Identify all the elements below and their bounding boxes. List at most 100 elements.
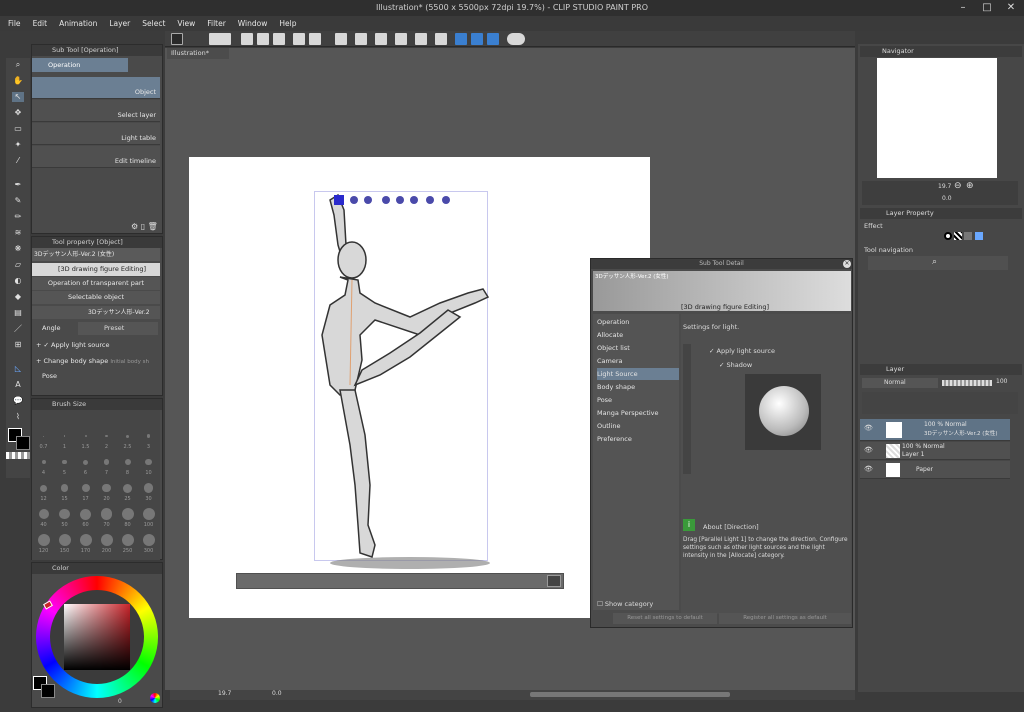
tool-navigation-box[interactable]: ⌕ (868, 256, 1008, 270)
brush-size-cell[interactable]: 200 (97, 532, 116, 556)
maximize-icon[interactable]: □ (976, 0, 998, 16)
pencil-tool-icon[interactable]: ✎ (12, 196, 24, 206)
brush-size-cell[interactable]: 12 (34, 480, 53, 504)
layer-row-3d[interactable]: 100 % Normal 3Dデッサン人形-Ver.2 (女性) (860, 419, 1010, 441)
brush-size-cell[interactable]: 60 (76, 506, 95, 530)
brush-size-cell[interactable]: 2 (97, 428, 116, 452)
fill-tool-icon[interactable]: ◆ (12, 292, 24, 302)
light-sphere[interactable] (759, 386, 809, 436)
close-icon[interactable]: ✕ (1000, 0, 1022, 16)
horizontal-scrollbar[interactable] (530, 692, 730, 697)
opacity-slider[interactable] (942, 380, 992, 386)
invert-icon[interactable] (435, 33, 447, 45)
transparent-part-dropdown[interactable]: Operation of transparent part (32, 277, 160, 290)
figure-manipulator-icons[interactable] (334, 195, 450, 205)
menu-window[interactable]: Window (238, 16, 268, 31)
change-body-shape-row[interactable]: + Change body shape Initial body sh (32, 355, 160, 368)
eraser-tool-icon[interactable]: ▱ (12, 260, 24, 270)
color-sub-swatch[interactable] (41, 684, 55, 698)
brush-size-cell[interactable]: 70 (97, 506, 116, 530)
operation-tool-icon[interactable]: ↖ (12, 92, 24, 102)
hand-tool-icon[interactable]: ✋ (12, 76, 24, 86)
brush-size-cell[interactable]: 80 (118, 506, 137, 530)
save-icon[interactable] (273, 33, 285, 45)
brush-size-cell[interactable]: 25 (118, 480, 137, 504)
brush-size-cell[interactable]: 30 (139, 480, 158, 504)
selection-tool-icon[interactable]: ▭ (12, 124, 24, 134)
brush-size-cell[interactable]: 3 (139, 428, 158, 452)
help-icon[interactable] (507, 33, 525, 45)
layer-row-layer1[interactable]: 100 % Normal Layer 1 (860, 442, 1010, 460)
new-file-icon[interactable] (241, 33, 253, 45)
grid-icon[interactable] (171, 33, 183, 45)
category-allocate[interactable]: Allocate (597, 329, 679, 341)
brush-size-cell[interactable]: 1 (55, 428, 74, 452)
ruler-tool-icon[interactable]: ◺ (12, 364, 24, 374)
selection-icon[interactable] (395, 33, 407, 45)
fill-icon[interactable] (375, 33, 387, 45)
reset-default-button[interactable]: Reset all settings to default (613, 613, 717, 624)
brush-size-cell[interactable]: 40 (34, 506, 53, 530)
brush-size-cell[interactable]: 50 (55, 506, 74, 530)
zoom-out-icon[interactable]: ⊖ (954, 181, 962, 191)
eye-icon[interactable]: 👁 (864, 446, 873, 454)
brush-size-cell[interactable]: 5 (55, 454, 74, 478)
menu-edit[interactable]: Edit (33, 16, 48, 31)
brush-size-cell[interactable]: 6 (76, 454, 95, 478)
canvas-tab[interactable]: Illustration* (167, 48, 229, 59)
light-direction-preview[interactable] (745, 374, 821, 450)
blend-mode-dropdown[interactable]: Normal (862, 378, 938, 388)
menu-file[interactable]: File (8, 16, 21, 31)
category-object-list[interactable]: Object list (597, 342, 679, 354)
minimize-icon[interactable]: – (952, 0, 974, 16)
eyedropper-tool-icon[interactable]: ⁄ (12, 156, 24, 166)
eye-icon[interactable]: 👁 (864, 424, 873, 432)
dialog-close-icon[interactable]: ✕ (843, 260, 851, 268)
brush-size-cell[interactable]: 15 (55, 480, 74, 504)
apply-light-setting[interactable]: ✓ Apply light source (709, 347, 775, 355)
visibility-column[interactable] (683, 344, 691, 474)
figure-tool-icon[interactable]: ／ (12, 324, 24, 334)
3d-object-launcher[interactable] (236, 573, 564, 589)
apply-light-checkbox[interactable]: + ✓ Apply light source (32, 339, 160, 352)
blend-tool-icon[interactable]: ◐ (12, 276, 24, 286)
redo-icon[interactable] (309, 33, 321, 45)
menu-filter[interactable]: Filter (207, 16, 226, 31)
brush-size-cell[interactable]: 2.5 (118, 428, 137, 452)
brush-size-cell[interactable]: 17 (76, 480, 95, 504)
zoom-in-icon[interactable]: ⊕ (966, 181, 974, 191)
category-outline[interactable]: Outline (597, 420, 679, 432)
correct-line-tool-icon[interactable]: ⌇ (12, 412, 24, 422)
brush-size-cell[interactable]: 100 (139, 506, 158, 530)
transparent-color-swatch[interactable] (6, 452, 30, 459)
brush-size-cell[interactable]: 150 (55, 532, 74, 556)
category-light-source[interactable]: Light Source (597, 368, 679, 380)
category-pose[interactable]: Pose (597, 394, 679, 406)
transform-icon[interactable] (335, 33, 347, 45)
brush-size-cell[interactable]: 8 (118, 454, 137, 478)
opacity-value[interactable]: 100 (996, 378, 1007, 385)
menu-animation[interactable]: Animation (59, 16, 97, 31)
3d-drawing-figure[interactable] (300, 185, 500, 575)
color-mode-icon[interactable] (150, 693, 160, 703)
clip-studio-icon[interactable] (209, 33, 231, 45)
layer-header[interactable]: Layer (886, 365, 904, 373)
undo-icon[interactable] (293, 33, 305, 45)
brush-size-cell[interactable]: 4 (34, 454, 53, 478)
brush-size-cell[interactable]: 170 (76, 532, 95, 556)
layerprop-header[interactable]: Layer Property (886, 209, 934, 217)
clear-icon[interactable] (355, 33, 367, 45)
category-camera[interactable]: Camera (597, 355, 679, 367)
navigator-thumbnail[interactable] (877, 58, 997, 178)
brush-size-cell[interactable]: 0.7 (34, 428, 53, 452)
brush-size-cell[interactable]: 1.5 (76, 428, 95, 452)
brush-size-cell[interactable]: 10 (139, 454, 158, 478)
balloon-tool-icon[interactable]: 💬 (12, 396, 24, 406)
zoom-tool-icon[interactable]: ⌕ (12, 60, 24, 70)
register-default-button[interactable]: Register all settings as default (719, 613, 851, 624)
text-tool-icon[interactable]: A (12, 380, 24, 390)
subtool-item-object[interactable]: Object (32, 77, 160, 99)
eye-icon[interactable]: 👁 (864, 465, 873, 473)
effect-buttons[interactable] (944, 232, 1004, 242)
ruler-snap-icon[interactable] (455, 33, 467, 45)
